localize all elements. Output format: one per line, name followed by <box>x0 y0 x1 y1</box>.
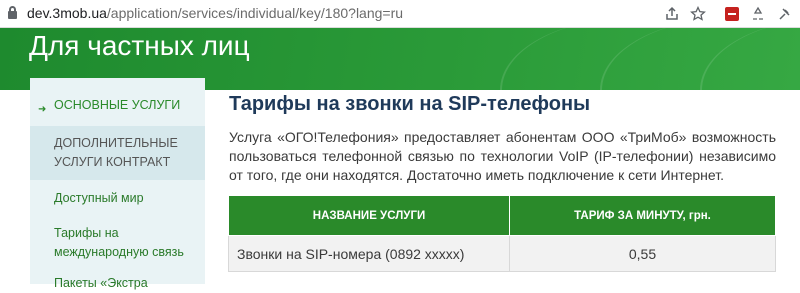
url-host: dev.3mob.ua <box>27 5 107 21</box>
url-path: /application/services/individual/key/180… <box>106 5 404 21</box>
service-name-cell: Звонки на SIP-номера (0892 xxxxx) <box>228 235 510 272</box>
intro-paragraph: Услуга «ОГО!Телефония» предоставляет або… <box>229 129 776 183</box>
price-cell: 0,55 <box>509 235 776 272</box>
sidebar-subitem-affordable-world[interactable]: Доступный мир <box>30 189 205 208</box>
address-bar[interactable]: dev.3mob.ua/application/services/individ… <box>27 5 403 21</box>
table-header-row: НАЗВАНИЕ УСЛУГИ ТАРИФ ЗА МИНУТУ, грн. <box>228 195 776 236</box>
recycle-icon[interactable] <box>750 4 766 24</box>
sidebar: ➜ ОСНОВНЫЕ УСЛУГИ ДОПОЛНИТЕЛЬНЫЕ УСЛУГИ … <box>30 78 205 290</box>
tariff-table: НАЗВАНИЕ УСЛУГИ ТАРИФ ЗА МИНУТУ, грн. Зв… <box>228 195 776 272</box>
pin-icon[interactable] <box>776 4 792 24</box>
sidebar-subitem-international-rates[interactable]: Тарифы на международную связь <box>30 224 205 262</box>
page-section-title: Для частных лиц <box>29 30 250 61</box>
arrow-right-icon: ➜ <box>38 104 47 115</box>
sidebar-item-extra-services[interactable]: ДОПОЛНИТЕЛЬНЫЕ УСЛУГИ КОНТРАКТ <box>30 126 205 180</box>
star-icon[interactable] <box>690 4 706 24</box>
page-title: Тарифы на звонки на SIP-телефоны <box>229 93 591 115</box>
column-header: ТАРИФ ЗА МИНУТУ, грн. <box>509 195 776 236</box>
sidebar-item-basic-services[interactable]: ➜ ОСНОВНЫЕ УСЛУГИ <box>30 90 205 120</box>
extension-icon[interactable] <box>725 7 739 21</box>
browser-toolbar: dev.3mob.ua/application/services/individ… <box>0 0 800 28</box>
column-header: НАЗВАНИЕ УСЛУГИ <box>228 195 510 236</box>
sidebar-item-label: ДОПОЛНИТЕЛЬНЫЕ УСЛУГИ КОНТРАКТ <box>54 136 178 169</box>
share-icon[interactable] <box>664 4 680 24</box>
sidebar-item-label: ОСНОВНЫЕ УСЛУГИ <box>54 98 181 112</box>
lock-icon[interactable] <box>8 6 17 19</box>
table-row: Звонки на SIP-номера (0892 xxxxx) 0,55 <box>228 235 776 272</box>
